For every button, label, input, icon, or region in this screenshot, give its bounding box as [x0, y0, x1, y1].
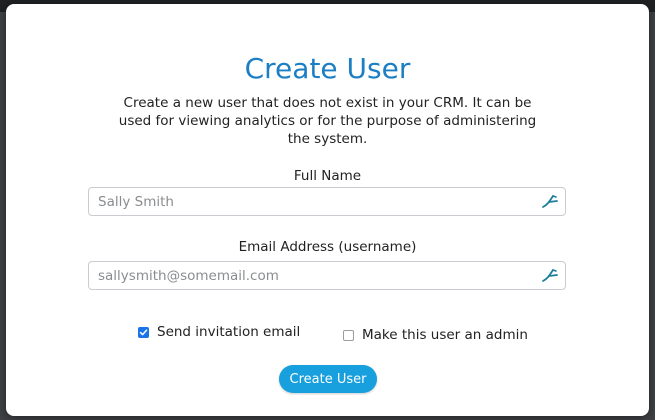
dialog-description: Create a new user that does not exist in…: [118, 95, 537, 147]
email-label: Email Address (username): [238, 239, 417, 255]
email-field-wrapper: [88, 261, 566, 290]
autofill-icon[interactable]: [541, 267, 559, 285]
make-admin-label[interactable]: Make this user an admin: [362, 327, 528, 343]
make-admin-option[interactable]: Make this user an admin: [343, 327, 528, 343]
autofill-icon[interactable]: [541, 193, 559, 211]
create-user-dialog: Create User Create a new user that does …: [6, 4, 649, 416]
full-name-input[interactable]: [89, 188, 529, 215]
full-name-label: Full Name: [293, 168, 362, 184]
checkmark-icon: [139, 328, 148, 335]
full-name-field-wrapper: [88, 187, 566, 216]
make-admin-checkbox[interactable]: [343, 329, 354, 341]
dialog-title: Create User: [244, 52, 411, 85]
create-user-button[interactable]: Create User: [279, 365, 377, 393]
send-invitation-checkbox[interactable]: [138, 326, 149, 338]
send-invitation-label[interactable]: Send invitation email: [157, 324, 300, 340]
email-input[interactable]: [89, 262, 529, 289]
send-invitation-option[interactable]: Send invitation email: [138, 324, 300, 340]
